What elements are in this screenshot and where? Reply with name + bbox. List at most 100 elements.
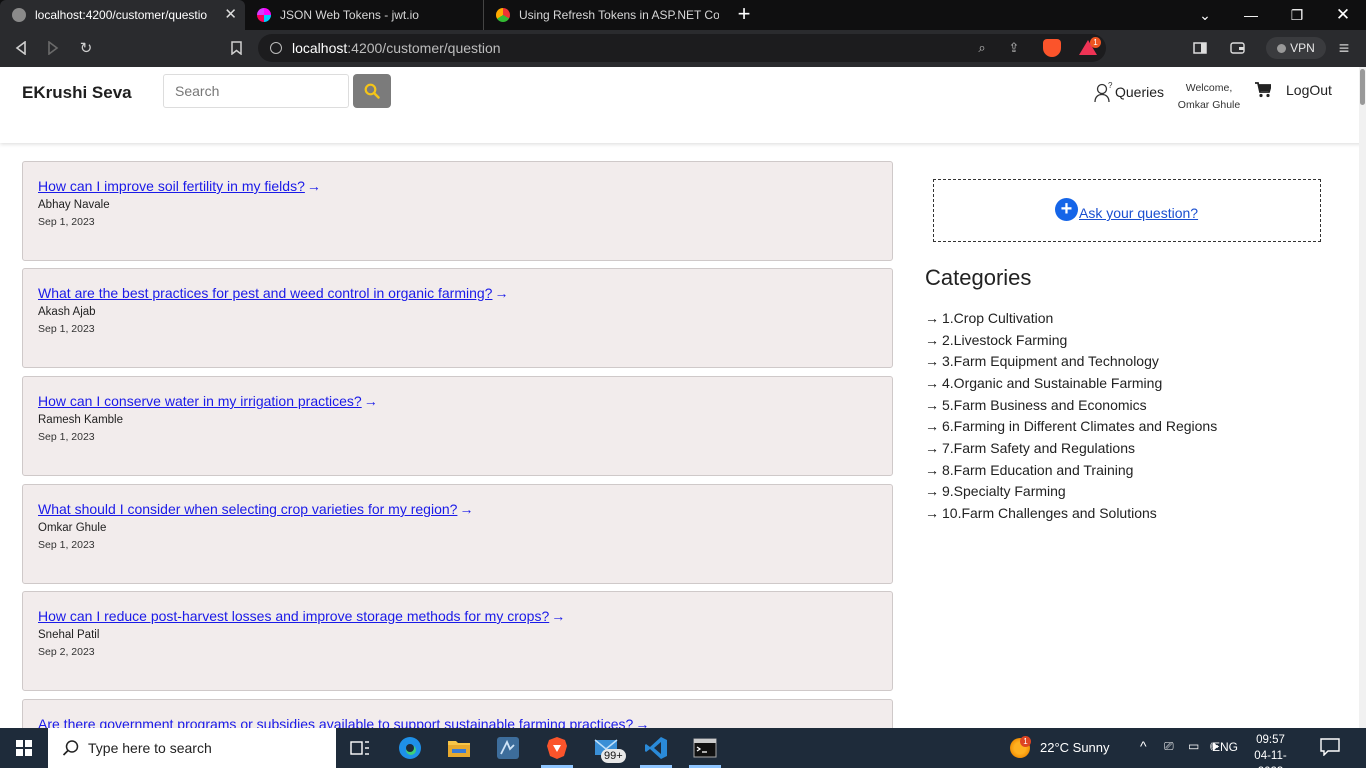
category-item[interactable]: → 1.Crop Cultivation (925, 307, 1217, 329)
notification-icon[interactable] (1320, 738, 1340, 761)
question-date: Sep 1, 2023 (38, 323, 95, 335)
menu-icon[interactable]: ≡ (1333, 38, 1355, 58)
arrow-right-icon: → (925, 374, 939, 391)
question-author: Omkar Ghule (38, 522, 107, 534)
category-item[interactable]: → 2.Livestock Farming (925, 329, 1217, 351)
file-explorer-icon[interactable] (439, 732, 479, 764)
address-bar[interactable]: localhost:4200/customer/question ⌕ ⇪ 1 (258, 34, 1106, 62)
bookmark-icon[interactable] (225, 38, 247, 58)
network-icon[interactable]: ▭ (1188, 739, 1199, 753)
globe-icon (12, 8, 26, 22)
windows-start-icon[interactable] (16, 740, 32, 756)
arrow-right-icon: → (635, 716, 650, 728)
scrollbar-thumb[interactable] (1360, 69, 1365, 105)
user-name: Omkar Ghule (1177, 99, 1241, 111)
category-item[interactable]: → 3.Farm Equipment and Technology (925, 350, 1217, 372)
arrow-right-icon: → (551, 608, 566, 624)
question-link[interactable]: What should I consider when selecting cr… (38, 501, 473, 517)
categories-list: → 1.Crop Cultivation → 2.Livestock Farming… (925, 307, 1217, 524)
ask-question-link[interactable]: Ask your question? (1079, 205, 1198, 221)
category-item[interactable]: → 8.Farm Education and Training (925, 459, 1217, 481)
question-link[interactable]: How can I reduce post-harvest losses and… (38, 608, 565, 624)
terminal-icon[interactable] (685, 732, 725, 768)
task-view-icon[interactable] (340, 732, 380, 764)
question-author: Abhay Navale (38, 199, 110, 211)
tab-jwt-io[interactable]: JSON Web Tokens - jwt.io (245, 0, 483, 30)
arrow-right-icon: → (925, 505, 939, 522)
chevron-up-icon[interactable]: ^ (1140, 738, 1147, 754)
tab-title: Using Refresh Tokens in ASP.NET Core (519, 8, 719, 22)
taskbar-search-box[interactable]: Type here to search (48, 728, 336, 768)
sidebar-icon[interactable] (1189, 38, 1211, 58)
back-icon[interactable] (10, 38, 32, 58)
url-text: localhost:4200/customer/question (292, 40, 501, 56)
ask-question-box: + Ask your question? (933, 179, 1321, 242)
question-link[interactable]: Are there government programs or subsidi… (38, 716, 649, 728)
app-navbar: EKrushi Seva ? Queries Welcome, Omkar Gh… (0, 67, 1366, 143)
search-button[interactable] (353, 74, 391, 108)
site-info-icon[interactable] (270, 42, 282, 54)
jwt-logo-icon (257, 8, 271, 22)
site-logo-icon (496, 8, 510, 22)
category-item[interactable]: → 9.Specialty Farming (925, 481, 1217, 503)
close-tab-icon[interactable]: ✕ (224, 7, 237, 23)
tab-title: JSON Web Tokens - jwt.io (280, 8, 419, 22)
meet-now-icon[interactable]: ⎚ (1164, 739, 1174, 754)
arrow-right-icon: → (925, 483, 939, 500)
forward-icon[interactable] (42, 38, 64, 58)
question-author: Ramesh Kamble (38, 414, 124, 426)
taskbar-clock[interactable]: 09:57 04-11-2023 (1243, 732, 1298, 780)
cart-button[interactable] (1255, 82, 1273, 103)
minimize-button[interactable]: — (1228, 0, 1274, 30)
plus-circle-icon[interactable]: + (1055, 198, 1078, 221)
wallet-icon[interactable] (1226, 38, 1248, 58)
new-tab-button[interactable]: + (734, 3, 754, 26)
brand-logo[interactable]: EKrushi Seva (22, 83, 132, 103)
ssms-icon[interactable] (488, 732, 528, 764)
queries-link[interactable]: ? Queries (1093, 81, 1164, 103)
reload-icon[interactable]: ↻ (75, 38, 97, 58)
search-input[interactable] (163, 74, 349, 108)
restore-button[interactable]: ❐ (1274, 0, 1320, 30)
question-card: How can I conserve water in my irrigatio… (22, 376, 893, 476)
tab-customer-question[interactable]: localhost:4200/customer/questio ✕ (0, 0, 245, 30)
vpn-status-icon (1277, 43, 1287, 53)
tab-refresh-tokens[interactable]: Using Refresh Tokens in ASP.NET Core (483, 0, 723, 30)
zoom-icon[interactable]: ⌕ (974, 40, 990, 56)
brave-shields-icon[interactable] (1043, 39, 1061, 57)
question-date: Sep 2, 2023 (38, 646, 95, 658)
question-author: Snehal Patil (38, 629, 100, 641)
language-indicator[interactable]: ENG (1212, 740, 1238, 754)
question-author: Akash Ajab (38, 306, 96, 318)
category-item[interactable]: → 7.Farm Safety and Regulations (925, 437, 1217, 459)
mail-icon[interactable]: 99+ (587, 732, 627, 764)
edge-browser-icon[interactable] (390, 732, 430, 764)
page-scrollbar[interactable] (1359, 67, 1366, 728)
category-item[interactable]: → 5.Farm Business and Economics (925, 394, 1217, 416)
page-viewport: EKrushi Seva ? Queries Welcome, Omkar Gh… (0, 67, 1366, 728)
arrow-right-icon: → (925, 396, 939, 413)
tab-search-chevron-icon[interactable]: ⌄ (1182, 0, 1228, 30)
logout-link[interactable]: LogOut (1286, 82, 1332, 98)
arrow-right-icon: → (925, 461, 939, 478)
mail-badge: 99+ (601, 749, 626, 763)
welcome-text: Welcome, Omkar Ghule (1175, 80, 1243, 114)
question-link[interactable]: What are the best practices for pest and… (38, 285, 508, 301)
question-link[interactable]: How can I improve soil fertility in my f… (38, 178, 321, 194)
clock-time: 09:57 (1256, 734, 1285, 746)
category-item[interactable]: → 10.Farm Challenges and Solutions (925, 502, 1217, 524)
share-icon[interactable]: ⇪ (1006, 40, 1022, 56)
weather-text[interactable]: 22°C Sunny (1040, 740, 1110, 755)
close-window-button[interactable]: ✕ (1320, 0, 1366, 30)
vscode-icon[interactable] (636, 732, 676, 768)
vpn-button[interactable]: VPN (1266, 37, 1326, 59)
arrow-right-icon: → (925, 309, 939, 326)
brave-browser-icon[interactable] (537, 732, 577, 768)
taskbar-search-placeholder: Type here to search (88, 740, 212, 756)
categories-heading: Categories (925, 265, 1032, 290)
question-link[interactable]: How can I conserve water in my irrigatio… (38, 393, 378, 409)
cart-icon (1255, 82, 1273, 98)
arrow-right-icon: → (925, 331, 939, 348)
category-item[interactable]: → 4.Organic and Sustainable Farming (925, 372, 1217, 394)
category-item[interactable]: → 6.Farming in Different Climates and Reg… (925, 415, 1217, 437)
